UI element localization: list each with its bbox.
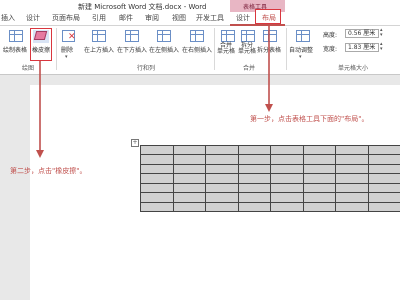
table-cell[interactable] <box>367 201 400 212</box>
table-cell[interactable] <box>140 201 174 212</box>
step2-annotation: 第二步，点击"橡皮擦"。 <box>10 167 87 175</box>
table-cell[interactable] <box>237 201 271 212</box>
table-cell[interactable] <box>205 201 239 212</box>
table-cell[interactable] <box>335 201 369 212</box>
table-cell[interactable] <box>270 201 304 212</box>
document-table[interactable] <box>140 145 400 212</box>
step1-annotation: 第一步，点击表格工具下面的"布局"。 <box>250 115 369 123</box>
table-cell[interactable] <box>302 201 336 212</box>
arrow-to-layout-head <box>265 104 273 112</box>
table-cell[interactable] <box>172 201 206 212</box>
table-move-handle-icon[interactable]: + <box>131 139 139 147</box>
arrow-to-eraser-head <box>36 150 44 158</box>
